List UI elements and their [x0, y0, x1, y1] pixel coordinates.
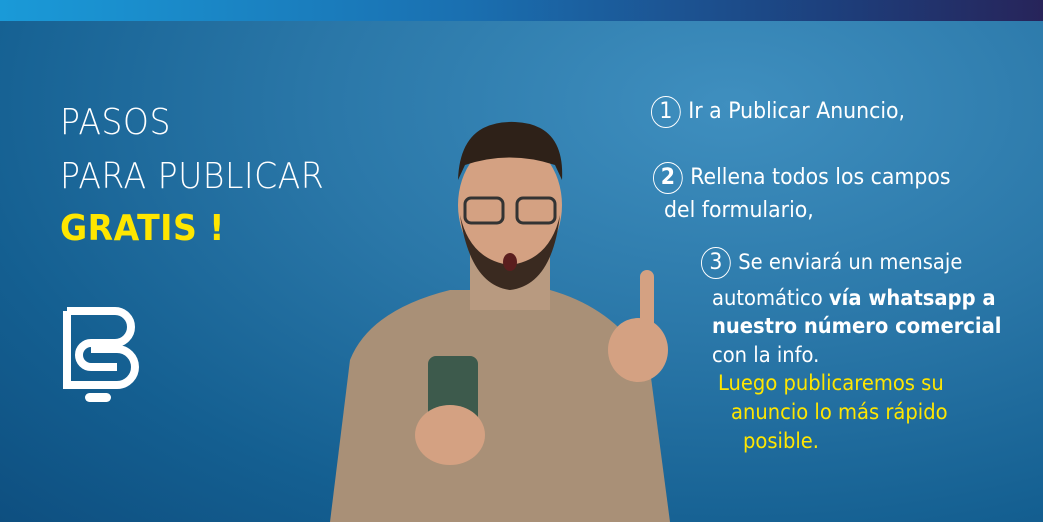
step-3: 3 Se enviará un mensaje: [701, 246, 962, 279]
top-gradient-bar: [0, 0, 1043, 21]
step-2: 2 Rellena todos los campos: [653, 161, 951, 194]
step-3-text: Se enviará un mensaje: [738, 250, 963, 274]
promo-banner: PASOS PARA PUBLICAR GRATIS ! 1 Ir a Publi…: [0, 0, 1043, 522]
step-1-number-icon: 1: [651, 96, 681, 128]
step-1-text: Ir a Publicar Anuncio,: [688, 99, 906, 124]
closing-line-1: Luego publicaremos su: [718, 371, 944, 395]
step-3-number-icon: 3: [701, 247, 731, 279]
step-1: 1 Ir a Publicar Anuncio,: [651, 95, 905, 128]
heading-line-3: GRATIS !: [60, 208, 225, 249]
step-2-text-line-2: del formulario,: [664, 198, 814, 223]
step-2-text: Rellena todos los campos: [690, 165, 951, 190]
heading-line-1: PASOS: [60, 102, 171, 143]
heading-line-2: PARA PUBLICAR: [60, 156, 325, 197]
step-3-text-bold: vía whatsapp a: [828, 286, 996, 310]
step-3-text-regular: automático: [712, 286, 829, 310]
closing-line-3: posible.: [743, 429, 819, 453]
closing-line-2: anuncio lo más rápido: [731, 400, 948, 424]
surprised-man-photo: [330, 121, 670, 522]
bs-logo-icon: [63, 307, 139, 402]
step-2-number-icon: 2: [653, 162, 683, 194]
